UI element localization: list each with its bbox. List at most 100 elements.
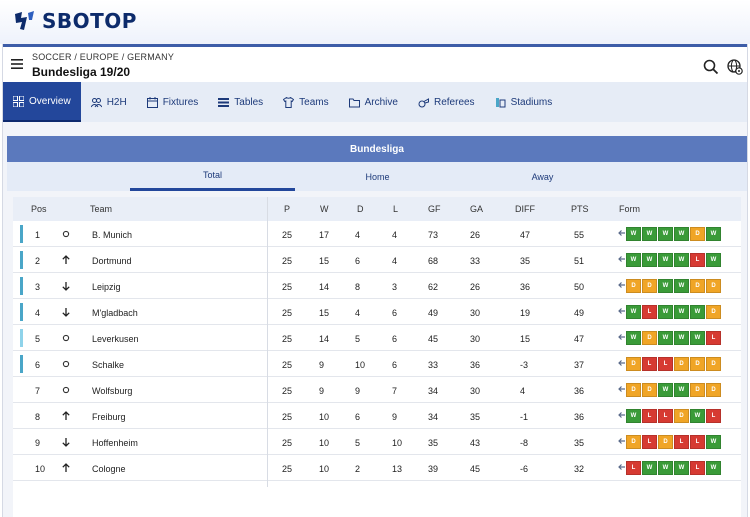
tab-overview[interactable]: Overview xyxy=(3,82,81,122)
form-badge[interactable]: W xyxy=(626,227,641,241)
table-row[interactable]: 6 Schalke 25 9 10 6 33 36 -3 37 D L L D D D xyxy=(13,351,741,377)
form-badge[interactable]: L xyxy=(674,435,689,449)
form-badge[interactable]: W xyxy=(642,253,657,267)
tab-tables[interactable]: Tables xyxy=(208,82,273,122)
cell-team[interactable]: Leverkusen xyxy=(92,334,139,344)
tab-referees[interactable]: Referees xyxy=(408,82,485,122)
form-badge[interactable]: W xyxy=(690,331,705,345)
form-badge[interactable]: D xyxy=(690,227,705,241)
cell-team[interactable]: Wolfsburg xyxy=(92,386,132,396)
table-row[interactable]: 4 M'gladbach 25 15 4 6 49 30 19 49 W L W W W D xyxy=(13,299,741,325)
col-p[interactable]: P xyxy=(284,204,290,214)
form-badge[interactable]: W xyxy=(658,253,673,267)
table-row[interactable]: 3 Leipzig 25 14 8 3 62 26 36 50 D D W W D D xyxy=(13,273,741,299)
brand-logo[interactable]: SBOTOP xyxy=(12,8,137,34)
form-badge[interactable]: W xyxy=(706,461,721,475)
form-badge[interactable]: D xyxy=(658,435,673,449)
form-badge[interactable]: W xyxy=(658,461,673,475)
form-badge[interactable]: D xyxy=(642,279,657,293)
form-badge[interactable]: L xyxy=(690,461,705,475)
col-d[interactable]: D xyxy=(357,204,364,214)
form-badge[interactable]: D xyxy=(690,383,705,397)
form-badge[interactable]: L xyxy=(658,357,673,371)
tab-archive[interactable]: Archive xyxy=(339,82,408,122)
form-badge[interactable]: D xyxy=(706,279,721,293)
form-badge[interactable]: D xyxy=(674,357,689,371)
tab-fixtures[interactable]: Fixtures xyxy=(137,82,209,122)
form-badge[interactable]: L xyxy=(626,461,641,475)
cell-team[interactable]: Schalke xyxy=(92,360,124,370)
cell-team[interactable]: Cologne xyxy=(92,464,126,474)
cell-team[interactable]: Hoffenheim xyxy=(92,438,138,448)
form-badge[interactable]: W xyxy=(658,331,673,345)
form-badge[interactable]: L xyxy=(658,409,673,423)
col-pos[interactable]: Pos xyxy=(31,204,47,214)
table-row[interactable]: 9 Hoffenheim 25 10 5 10 35 43 -8 35 D L D L L W xyxy=(13,429,741,455)
form-badge[interactable]: D xyxy=(626,357,641,371)
form-badge[interactable]: D xyxy=(642,331,657,345)
form-badge[interactable]: W xyxy=(658,305,673,319)
form-badge[interactable]: W xyxy=(674,461,689,475)
form-badge[interactable]: W xyxy=(706,435,721,449)
menu-icon[interactable] xyxy=(11,59,23,69)
col-team[interactable]: Team xyxy=(90,204,112,214)
cell-team[interactable]: B. Munich xyxy=(92,230,132,240)
form-badge[interactable]: L xyxy=(642,409,657,423)
cell-team[interactable]: M'gladbach xyxy=(92,308,138,318)
col-l[interactable]: L xyxy=(393,204,398,214)
form-badge[interactable]: D xyxy=(674,409,689,423)
form-badge[interactable]: L xyxy=(642,357,657,371)
form-badge[interactable]: D xyxy=(690,357,705,371)
form-badge[interactable]: W xyxy=(674,383,689,397)
cell-team[interactable]: Leipzig xyxy=(92,282,121,292)
form-badge[interactable]: W xyxy=(626,409,641,423)
col-w[interactable]: W xyxy=(320,204,329,214)
col-diff[interactable]: DIFF xyxy=(515,204,535,214)
form-badge[interactable]: D xyxy=(626,279,641,293)
tab-away[interactable]: Away xyxy=(460,162,625,191)
table-row[interactable]: 8 Freiburg 25 10 6 9 34 35 -1 36 W L L D W L xyxy=(13,403,741,429)
form-badge[interactable]: W xyxy=(642,227,657,241)
form-badge[interactable]: L xyxy=(706,409,721,423)
col-gf[interactable]: GF xyxy=(428,204,441,214)
form-badge[interactable]: L xyxy=(706,331,721,345)
table-row[interactable]: 10 Cologne 25 10 2 13 39 45 -6 32 L W W W L W xyxy=(13,455,741,481)
tab-teams[interactable]: Teams xyxy=(273,82,338,122)
form-badge[interactable]: W xyxy=(658,279,673,293)
form-badge[interactable]: L xyxy=(642,305,657,319)
form-badge[interactable]: D xyxy=(626,383,641,397)
form-badge[interactable]: W xyxy=(674,227,689,241)
table-row[interactable]: 7 Wolfsburg 25 9 9 7 34 30 4 36 D D W W D D xyxy=(13,377,741,403)
form-badge[interactable]: W xyxy=(626,253,641,267)
form-badge[interactable]: W xyxy=(642,461,657,475)
form-badge[interactable]: W xyxy=(706,227,721,241)
form-badge[interactable]: L xyxy=(642,435,657,449)
tab-stadiums[interactable]: Stadiums xyxy=(485,82,563,122)
search-icon[interactable] xyxy=(703,59,719,75)
breadcrumb[interactable]: SOCCER / EUROPE / GERMANY xyxy=(32,52,174,62)
col-ga[interactable]: GA xyxy=(470,204,483,214)
tab-h2h[interactable]: H2H xyxy=(81,82,137,122)
form-badge[interactable]: D xyxy=(706,305,721,319)
table-row[interactable]: 2 Dortmund 25 15 6 4 68 33 35 51 W W W W L W xyxy=(13,247,741,273)
globe-settings-icon[interactable] xyxy=(727,59,743,75)
form-badge[interactable]: D xyxy=(642,383,657,397)
tab-home[interactable]: Home xyxy=(295,162,460,191)
form-badge[interactable]: W xyxy=(674,279,689,293)
form-badge[interactable]: W xyxy=(658,227,673,241)
cell-team[interactable]: Freiburg xyxy=(92,412,126,422)
form-badge[interactable]: W xyxy=(626,305,641,319)
table-row[interactable]: 1 B. Munich 25 17 4 4 73 26 47 55 W W W W D W xyxy=(13,221,741,247)
form-badge[interactable]: W xyxy=(674,331,689,345)
form-badge[interactable]: W xyxy=(690,409,705,423)
form-badge[interactable]: W xyxy=(626,331,641,345)
form-badge[interactable]: L xyxy=(690,435,705,449)
form-badge[interactable]: D xyxy=(626,435,641,449)
form-badge[interactable]: D xyxy=(706,383,721,397)
table-row[interactable]: 5 Leverkusen 25 14 5 6 45 30 15 47 W D W W W L xyxy=(13,325,741,351)
form-badge[interactable]: W xyxy=(674,305,689,319)
cell-team[interactable]: Dortmund xyxy=(92,256,132,266)
form-badge[interactable]: D xyxy=(690,279,705,293)
tab-total[interactable]: Total xyxy=(130,162,295,191)
form-badge[interactable]: W xyxy=(658,383,673,397)
